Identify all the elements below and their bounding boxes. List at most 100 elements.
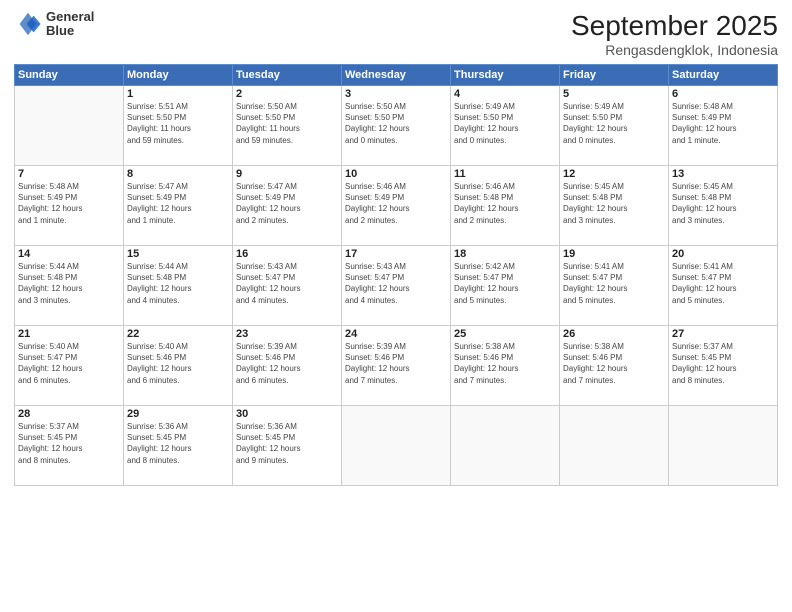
day-number: 14 — [18, 248, 120, 260]
day-info: Sunrise: 5:36 AM Sunset: 5:45 PM Dayligh… — [236, 421, 338, 466]
calendar-cell: 1Sunrise: 5:51 AM Sunset: 5:50 PM Daylig… — [124, 86, 233, 166]
day-info: Sunrise: 5:36 AM Sunset: 5:45 PM Dayligh… — [127, 421, 229, 466]
calendar-cell: 20Sunrise: 5:41 AM Sunset: 5:47 PM Dayli… — [669, 246, 778, 326]
day-number: 29 — [127, 408, 229, 420]
page: General Blue September 2025 Rengasdengkl… — [0, 0, 792, 612]
calendar-cell: 12Sunrise: 5:45 AM Sunset: 5:48 PM Dayli… — [560, 166, 669, 246]
day-number: 9 — [236, 168, 338, 180]
week-row-2: 14 Sunrise: 5:44 AM Sunset: 5:48 PM Dayli… — [15, 246, 778, 326]
month-title: September 2025 — [571, 10, 778, 42]
calendar-cell: 5Sunrise: 5:49 AM Sunset: 5:50 PM Daylig… — [560, 86, 669, 166]
day-number: 2 — [236, 88, 338, 100]
logo-icon — [14, 10, 42, 38]
calendar-cell: 6Sunrise: 5:48 AM Sunset: 5:49 PM Daylig… — [669, 86, 778, 166]
week-row-3: 21Sunrise: 5:40 AM Sunset: 5:47 PM Dayli… — [15, 326, 778, 406]
day-info: Sunrise: 5:48 AM Sunset: 5:49 PM Dayligh… — [18, 181, 120, 226]
day-number: 1 — [127, 88, 229, 100]
day-info: Sunrise: 5:49 AM Sunset: 5:50 PM Dayligh… — [563, 101, 665, 146]
day-info: Sunrise: 5:37 AM Sunset: 5:45 PM Dayligh… — [18, 421, 120, 466]
day-number: 4 — [454, 88, 556, 100]
day-number: 28 — [18, 408, 120, 420]
day-info: Sunrise: 5:50 AM Sunset: 5:50 PM Dayligh… — [236, 101, 338, 146]
day-info: Sunrise: 5:38 AM Sunset: 5:46 PM Dayligh… — [454, 341, 556, 386]
day-number: 24 — [345, 328, 447, 340]
header-cell-friday: Friday — [560, 65, 669, 86]
calendar-cell: 22Sunrise: 5:40 AM Sunset: 5:46 PM Dayli… — [124, 326, 233, 406]
calendar-cell — [342, 406, 451, 486]
day-info: Sunrise: 5:47 AM Sunset: 5:49 PM Dayligh… — [236, 181, 338, 226]
calendar-cell: 19Sunrise: 5:41 AM Sunset: 5:47 PM Dayli… — [560, 246, 669, 326]
header-cell-saturday: Saturday — [669, 65, 778, 86]
day-number: 12 — [563, 168, 665, 180]
day-info: Sunrise: 5:47 AM Sunset: 5:49 PM Dayligh… — [127, 181, 229, 226]
day-number: 27 — [672, 328, 774, 340]
day-number: 10 — [345, 168, 447, 180]
day-info: Sunrise: 5:38 AM Sunset: 5:46 PM Dayligh… — [563, 341, 665, 386]
day-info: Sunrise: 5:41 AM Sunset: 5:47 PM Dayligh… — [672, 261, 774, 306]
day-number: 15 — [127, 248, 229, 260]
day-info: Sunrise: 5:48 AM Sunset: 5:49 PM Dayligh… — [672, 101, 774, 146]
day-number: 13 — [672, 168, 774, 180]
logo-text: General Blue — [46, 10, 94, 39]
location: Rengasdengklok, Indonesia — [571, 42, 778, 58]
day-info: Sunrise: 5:41 AM Sunset: 5:47 PM Dayligh… — [563, 261, 665, 306]
week-row-0: 1Sunrise: 5:51 AM Sunset: 5:50 PM Daylig… — [15, 86, 778, 166]
calendar-cell: 9Sunrise: 5:47 AM Sunset: 5:49 PM Daylig… — [233, 166, 342, 246]
day-number: 21 — [18, 328, 120, 340]
calendar-cell: 28Sunrise: 5:37 AM Sunset: 5:45 PM Dayli… — [15, 406, 124, 486]
day-number: 30 — [236, 408, 338, 420]
calendar-cell: 17Sunrise: 5:43 AM Sunset: 5:47 PM Dayli… — [342, 246, 451, 326]
day-info: Sunrise: 5:44 AM Sunset: 5:48 PM Dayligh… — [127, 261, 229, 306]
header-row: SundayMondayTuesdayWednesdayThursdayFrid… — [15, 65, 778, 86]
calendar-cell: 4Sunrise: 5:49 AM Sunset: 5:50 PM Daylig… — [451, 86, 560, 166]
day-info: Sunrise: 5:46 AM Sunset: 5:48 PM Dayligh… — [454, 181, 556, 226]
header-cell-sunday: Sunday — [15, 65, 124, 86]
calendar-cell: 3Sunrise: 5:50 AM Sunset: 5:50 PM Daylig… — [342, 86, 451, 166]
calendar-cell: 25Sunrise: 5:38 AM Sunset: 5:46 PM Dayli… — [451, 326, 560, 406]
day-number: 22 — [127, 328, 229, 340]
calendar-cell: 11Sunrise: 5:46 AM Sunset: 5:48 PM Dayli… — [451, 166, 560, 246]
day-info: Sunrise: 5:40 AM Sunset: 5:47 PM Dayligh… — [18, 341, 120, 386]
day-info: Sunrise: 5:45 AM Sunset: 5:48 PM Dayligh… — [672, 181, 774, 226]
calendar-cell: 23Sunrise: 5:39 AM Sunset: 5:46 PM Dayli… — [233, 326, 342, 406]
calendar-cell: 10Sunrise: 5:46 AM Sunset: 5:49 PM Dayli… — [342, 166, 451, 246]
day-number: 17 — [345, 248, 447, 260]
calendar-cell: 21Sunrise: 5:40 AM Sunset: 5:47 PM Dayli… — [15, 326, 124, 406]
calendar-cell: 30Sunrise: 5:36 AM Sunset: 5:45 PM Dayli… — [233, 406, 342, 486]
calendar-table: SundayMondayTuesdayWednesdayThursdayFrid… — [14, 64, 778, 486]
day-number: 8 — [127, 168, 229, 180]
logo: General Blue — [14, 10, 94, 39]
calendar-cell: 14Sunrise: 5:44 AM Sunset: 5:48 PM Dayli… — [15, 246, 124, 326]
calendar-cell: 26Sunrise: 5:38 AM Sunset: 5:46 PM Dayli… — [560, 326, 669, 406]
calendar-cell: 13Sunrise: 5:45 AM Sunset: 5:48 PM Dayli… — [669, 166, 778, 246]
day-number: 7 — [18, 168, 120, 180]
calendar-cell — [451, 406, 560, 486]
header-cell-wednesday: Wednesday — [342, 65, 451, 86]
calendar-cell — [15, 86, 124, 166]
title-block: September 2025 Rengasdengklok, Indonesia — [571, 10, 778, 58]
calendar-cell: 16Sunrise: 5:43 AM Sunset: 5:47 PM Dayli… — [233, 246, 342, 326]
calendar-cell: 15Sunrise: 5:44 AM Sunset: 5:48 PM Dayli… — [124, 246, 233, 326]
day-number: 25 — [454, 328, 556, 340]
day-number: 11 — [454, 168, 556, 180]
day-info: Sunrise: 5:37 AM Sunset: 5:45 PM Dayligh… — [672, 341, 774, 386]
day-info: Sunrise: 5:50 AM Sunset: 5:50 PM Dayligh… — [345, 101, 447, 146]
day-number: 20 — [672, 248, 774, 260]
calendar-cell: 24Sunrise: 5:39 AM Sunset: 5:46 PM Dayli… — [342, 326, 451, 406]
calendar-cell — [669, 406, 778, 486]
day-info: Sunrise: 5:45 AM Sunset: 5:48 PM Dayligh… — [563, 181, 665, 226]
calendar-cell — [560, 406, 669, 486]
day-info: Sunrise: 5:42 AM Sunset: 5:47 PM Dayligh… — [454, 261, 556, 306]
calendar-cell: 8Sunrise: 5:47 AM Sunset: 5:49 PM Daylig… — [124, 166, 233, 246]
header-cell-monday: Monday — [124, 65, 233, 86]
day-info: Sunrise: 5:49 AM Sunset: 5:50 PM Dayligh… — [454, 101, 556, 146]
day-info: Sunrise: 5:51 AM Sunset: 5:50 PM Dayligh… — [127, 101, 229, 146]
header-cell-thursday: Thursday — [451, 65, 560, 86]
header-cell-tuesday: Tuesday — [233, 65, 342, 86]
day-number: 26 — [563, 328, 665, 340]
calendar-cell: 29Sunrise: 5:36 AM Sunset: 5:45 PM Dayli… — [124, 406, 233, 486]
week-row-1: 7Sunrise: 5:48 AM Sunset: 5:49 PM Daylig… — [15, 166, 778, 246]
day-info: Sunrise: 5:40 AM Sunset: 5:46 PM Dayligh… — [127, 341, 229, 386]
day-number: 18 — [454, 248, 556, 260]
day-info: Sunrise: 5:39 AM Sunset: 5:46 PM Dayligh… — [345, 341, 447, 386]
